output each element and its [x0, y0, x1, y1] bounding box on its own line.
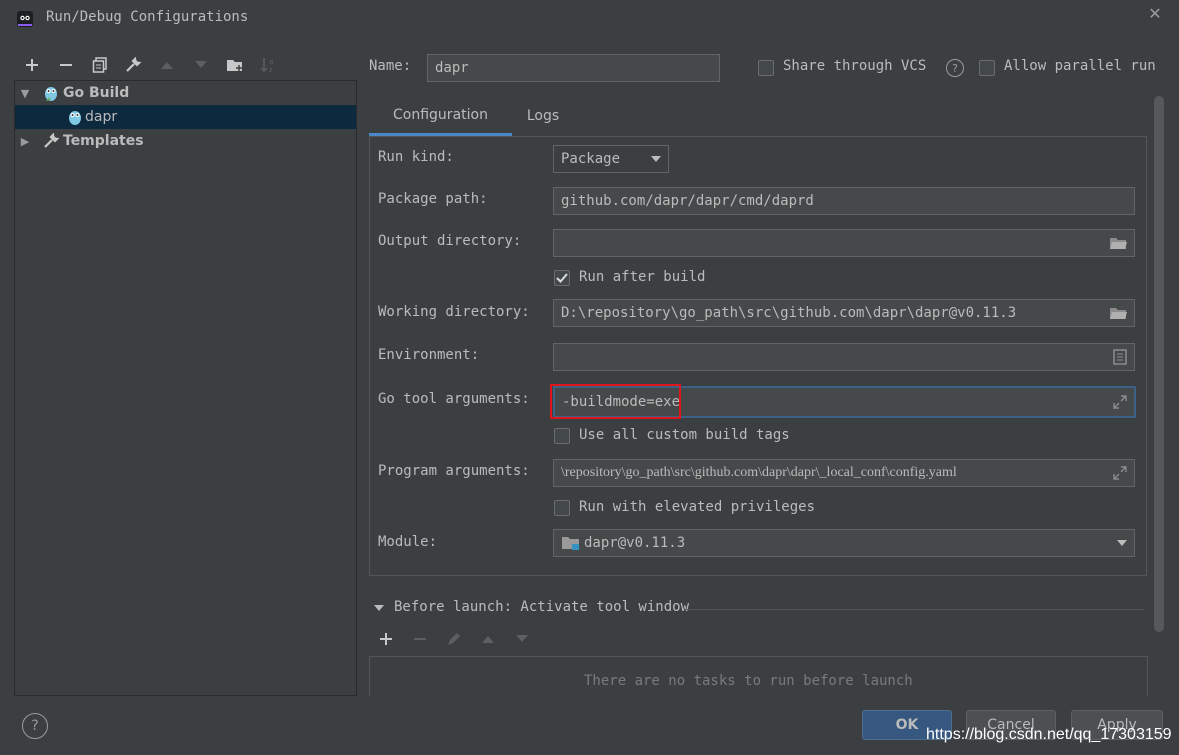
move-down-icon[interactable] — [189, 54, 213, 76]
package-path-input[interactable]: github.com/dapr/dapr/cmd/daprd — [553, 187, 1135, 215]
copy-icon[interactable] — [88, 54, 112, 76]
add-icon[interactable] — [20, 54, 44, 76]
expand-arrow-icon[interactable]: ▼ — [17, 87, 33, 100]
collapse-arrow-icon[interactable] — [374, 604, 384, 612]
gopher-icon — [45, 87, 57, 101]
tree-item-label: Go Build — [63, 85, 130, 101]
custom-build-tags-checkbox[interactable] — [554, 428, 570, 444]
module-value: dapr@v0.11.3 — [584, 535, 686, 551]
name-input[interactable]: dapr — [427, 54, 720, 82]
allow-parallel-label: Allow parallel run — [1004, 58, 1156, 74]
tab-logs[interactable]: Logs — [512, 96, 574, 136]
watermark: https://blog.csdn.net/qq_17303159 — [926, 726, 1172, 743]
output-directory-label: Output directory: — [378, 233, 522, 249]
tab-label: Logs — [526, 108, 560, 124]
ok-label: OK — [895, 717, 919, 733]
remove-icon[interactable] — [54, 54, 78, 76]
highlight-annotation — [550, 384, 681, 419]
move-task-down-icon[interactable] — [510, 628, 534, 650]
wrench-icon[interactable] — [121, 54, 145, 76]
expand-icon[interactable] — [1113, 395, 1127, 409]
document-icon[interactable] — [1113, 349, 1127, 365]
tree-item-dapr[interactable]: dapr — [15, 105, 356, 129]
name-label: Name: — [369, 58, 412, 74]
sort-alphabetically-icon[interactable]: az — [257, 54, 281, 76]
share-vcs-checkbox[interactable] — [758, 60, 774, 76]
tab-label: Configuration — [393, 106, 488, 123]
working-directory-label: Working directory: — [378, 304, 530, 320]
working-directory-value: D:\repository\go_path\src\github.com\dap… — [561, 305, 1017, 321]
gopher-icon — [69, 111, 81, 125]
folder-icon[interactable] — [1109, 236, 1127, 250]
module-label: Module: — [378, 534, 438, 550]
run-kind-label: Run kind: — [378, 149, 454, 165]
program-arguments-input[interactable]: \repository\go_path\src\github.com\dapr\… — [553, 459, 1135, 487]
collapse-arrow-icon[interactable]: ▶ — [17, 135, 33, 148]
configuration-tree[interactable]: ▼ Go Build dapr ▶ Templates — [14, 80, 357, 696]
edit-task-icon[interactable] — [442, 628, 466, 650]
wrench-icon — [44, 133, 59, 148]
tab-configuration[interactable]: Configuration — [369, 96, 512, 136]
run-kind-select[interactable]: Package — [553, 145, 669, 173]
separator — [686, 609, 1144, 610]
output-directory-input[interactable] — [553, 229, 1135, 257]
tree-item-templates[interactable]: ▶ Templates — [15, 129, 356, 153]
share-vcs-label: Share through VCS — [783, 58, 927, 74]
package-path-value: github.com/dapr/dapr/cmd/daprd — [561, 193, 814, 209]
expand-icon[interactable] — [1113, 466, 1127, 480]
elevated-privileges-label: Run with elevated privileges — [579, 499, 816, 515]
help-label: ? — [31, 718, 39, 734]
program-arguments-label: Program arguments: — [378, 463, 530, 479]
package-path-label: Package path: — [378, 191, 488, 207]
help-icon[interactable]: ? — [946, 59, 964, 77]
program-arguments-value: \repository\go_path\src\github.com\dapr\… — [561, 465, 957, 480]
gogland-app-icon — [17, 11, 33, 27]
before-launch-empty-text: There are no tasks to run before launch — [584, 673, 913, 689]
allow-parallel-checkbox[interactable] — [979, 60, 995, 76]
working-directory-input[interactable]: D:\repository\go_path\src\github.com\dap… — [553, 299, 1135, 327]
custom-build-tags-label: Use all custom build tags — [579, 427, 790, 443]
module-select[interactable]: dapr@v0.11.3 — [553, 529, 1135, 557]
add-task-icon[interactable] — [374, 628, 398, 650]
help-button[interactable]: ? — [22, 713, 48, 739]
chevron-down-icon — [1117, 540, 1127, 546]
svg-text:a: a — [269, 58, 273, 66]
tree-item-label: Templates — [63, 133, 144, 149]
move-task-up-icon[interactable] — [476, 628, 500, 650]
elevated-privileges-checkbox[interactable] — [554, 500, 570, 516]
checkmark-icon — [556, 273, 568, 283]
tree-item-go-build[interactable]: ▼ Go Build — [15, 81, 356, 105]
svg-text:z: z — [269, 66, 273, 73]
environment-label: Environment: — [378, 347, 480, 363]
new-folder-icon[interactable] — [223, 54, 247, 76]
go-tool-arguments-label: Go tool arguments: — [378, 391, 530, 407]
scrollbar[interactable] — [1154, 96, 1164, 632]
window-title: Run/Debug Configurations — [46, 9, 249, 25]
run-after-build-checkbox[interactable] — [554, 270, 570, 286]
environment-input[interactable] — [553, 343, 1135, 371]
remove-task-icon[interactable] — [408, 628, 432, 650]
move-up-icon[interactable] — [155, 54, 179, 76]
folder-icon[interactable] — [1109, 306, 1127, 320]
run-kind-value: Package — [561, 151, 621, 167]
run-after-build-label: Run after build — [579, 269, 706, 285]
close-icon[interactable]: ✕ — [1146, 4, 1164, 26]
chevron-down-icon — [651, 156, 661, 162]
title-bar: Run/Debug Configurations ✕ — [0, 0, 1179, 40]
name-value: dapr — [435, 60, 469, 76]
before-launch-title: Before launch: Activate tool window — [394, 599, 690, 615]
tree-item-label: dapr — [85, 109, 118, 125]
module-folder-icon — [562, 537, 579, 550]
